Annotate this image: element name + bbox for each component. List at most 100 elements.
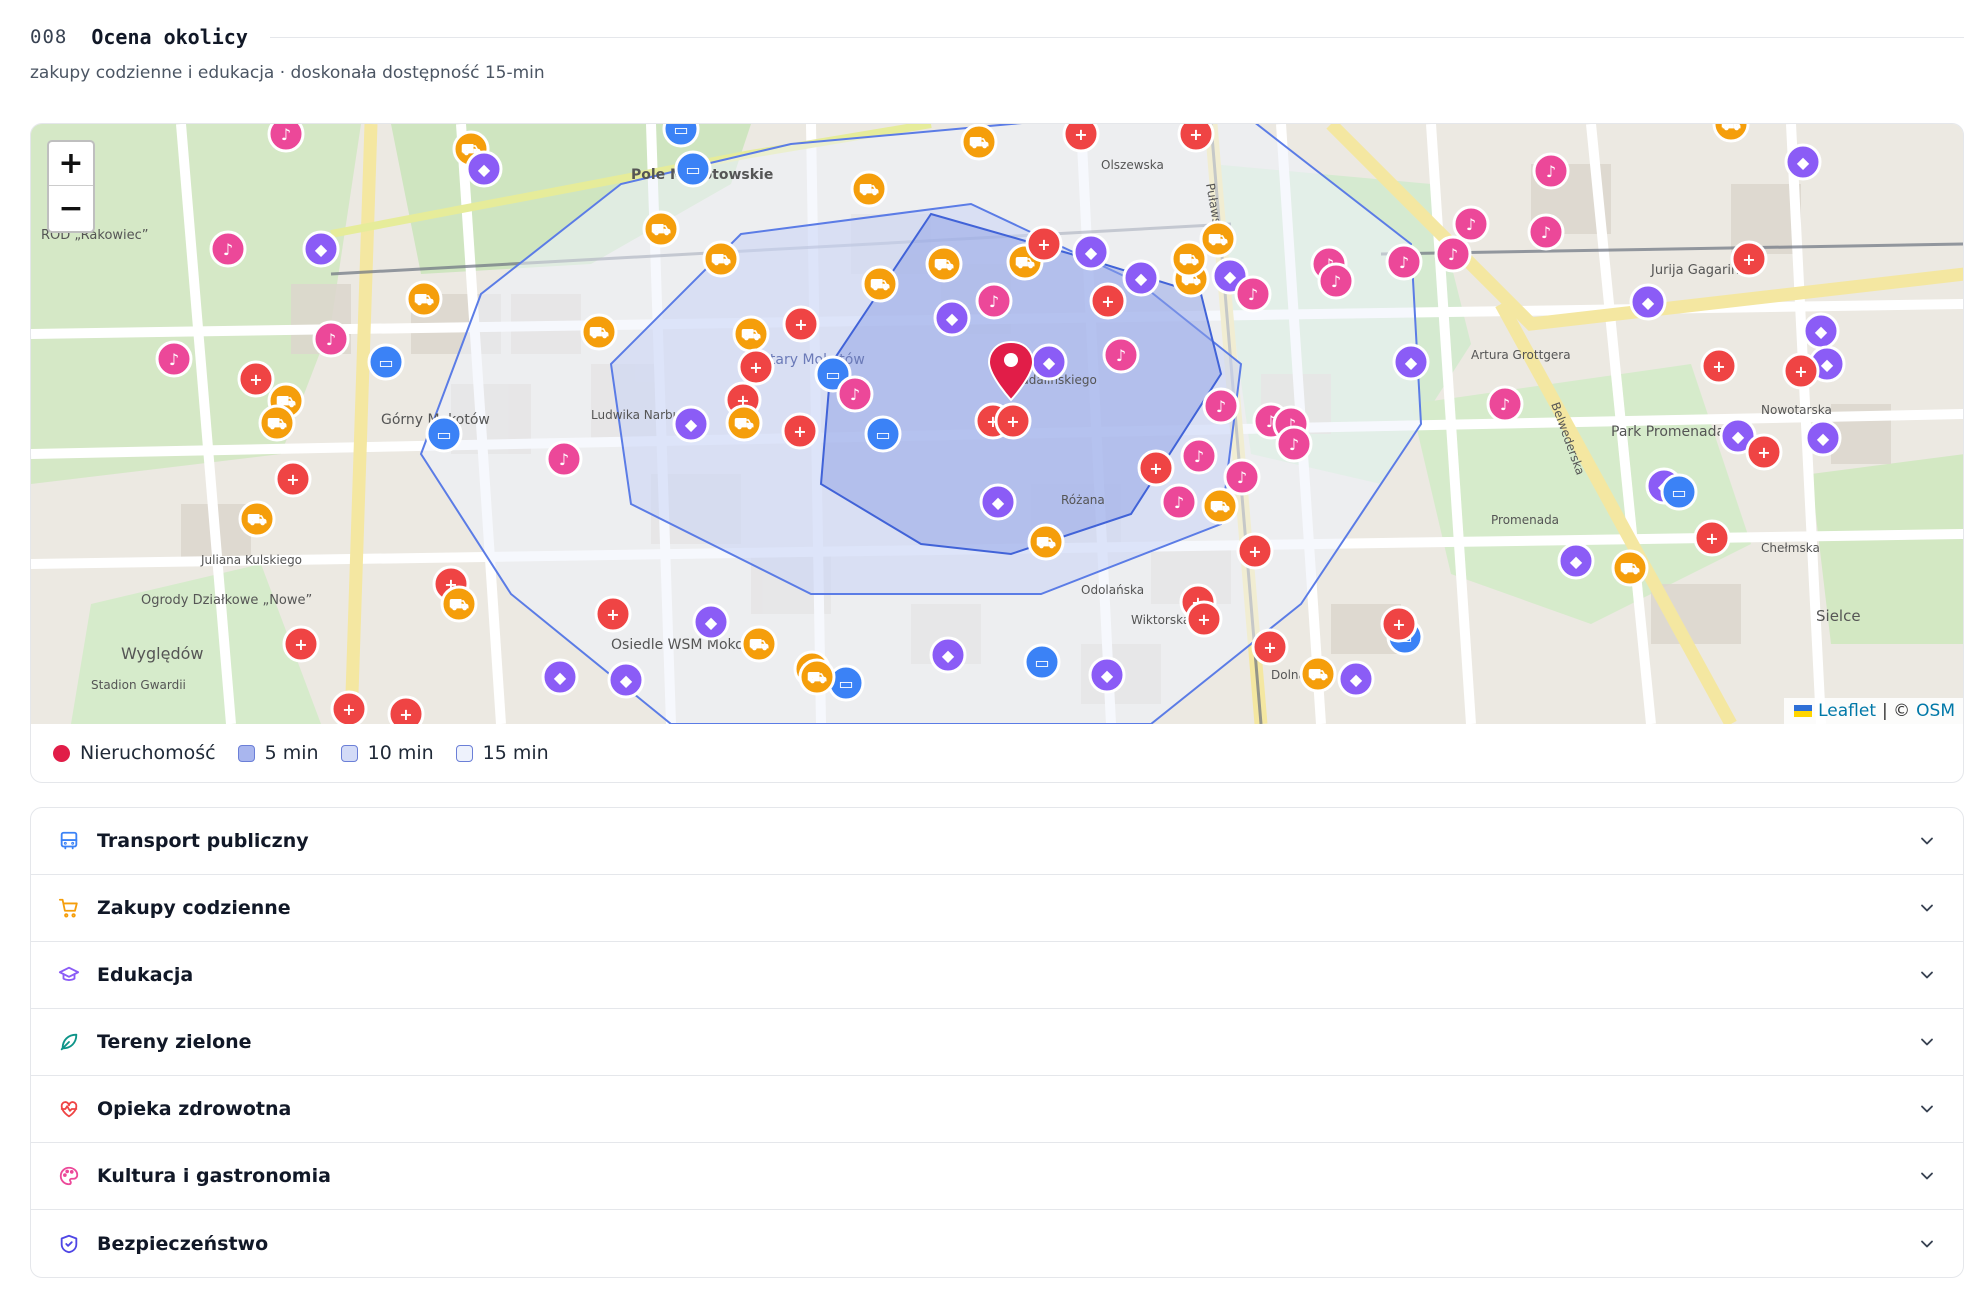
- culture-marker[interactable]: ♪: [1223, 458, 1261, 496]
- bus-marker[interactable]: ▭: [864, 415, 902, 453]
- bus-marker[interactable]: ▭: [1023, 643, 1061, 681]
- shop-marker[interactable]: ⛟: [702, 240, 740, 278]
- health-marker[interactable]: +: [782, 305, 820, 343]
- osm-link[interactable]: OSM: [1916, 701, 1955, 721]
- accordion-item-green[interactable]: Tereny zielone: [31, 1009, 1963, 1076]
- school-marker[interactable]: ◆: [979, 483, 1017, 521]
- shop-marker[interactable]: ⛟: [925, 245, 963, 283]
- health-marker[interactable]: +: [1251, 628, 1289, 666]
- culture-marker[interactable]: ♪: [836, 375, 874, 413]
- bus-marker[interactable]: ▭: [425, 415, 463, 453]
- leaflet-link[interactable]: Leaflet: [1818, 701, 1876, 721]
- school-marker[interactable]: ◆: [541, 658, 579, 696]
- health-marker[interactable]: +: [330, 690, 368, 724]
- shop-marker[interactable]: ⛟: [440, 585, 478, 623]
- health-marker[interactable]: +: [781, 412, 819, 450]
- health-marker[interactable]: +: [1089, 282, 1127, 320]
- health-marker[interactable]: +: [282, 625, 320, 663]
- school-marker[interactable]: ◆: [1122, 259, 1160, 297]
- accordion-item-culture[interactable]: Kultura i gastronomia: [31, 1143, 1963, 1210]
- bus-marker[interactable]: ▭: [1660, 473, 1698, 511]
- shop-marker[interactable]: ⛟: [1199, 220, 1237, 258]
- accordion-item-transport[interactable]: Transport publiczny: [31, 808, 1963, 875]
- zoom-in-button[interactable]: +: [49, 142, 93, 186]
- health-marker[interactable]: +: [1236, 532, 1274, 570]
- school-marker[interactable]: ◆: [1629, 283, 1667, 321]
- bus-marker[interactable]: ▭: [367, 343, 405, 381]
- culture-marker[interactable]: ♪: [155, 340, 193, 378]
- school-marker[interactable]: ◆: [1802, 312, 1840, 350]
- culture-marker[interactable]: ♪: [1202, 387, 1240, 425]
- health-marker[interactable]: +: [274, 460, 312, 498]
- culture-marker[interactable]: ♪: [1275, 425, 1313, 463]
- school-marker[interactable]: ◆: [1030, 343, 1068, 381]
- school-marker[interactable]: ◆: [1392, 343, 1430, 381]
- school-marker[interactable]: ◆: [1072, 233, 1110, 271]
- shop-marker[interactable]: ⛟: [1611, 549, 1649, 587]
- shop-marker[interactable]: ⛟: [1027, 523, 1065, 561]
- health-marker[interactable]: +: [237, 360, 275, 398]
- shop-marker[interactable]: ⛟: [642, 210, 680, 248]
- school-marker[interactable]: ◆: [1804, 419, 1842, 457]
- health-marker[interactable]: +: [594, 595, 632, 633]
- shop-marker[interactable]: ⛟: [798, 658, 836, 696]
- health-marker[interactable]: +: [1177, 124, 1215, 153]
- school-marker[interactable]: ◆: [1088, 656, 1126, 694]
- health-marker[interactable]: +: [1730, 240, 1768, 278]
- health-marker[interactable]: +: [1380, 605, 1418, 643]
- school-marker[interactable]: ◆: [465, 150, 503, 188]
- health-marker[interactable]: +: [737, 348, 775, 386]
- culture-marker[interactable]: ♪: [1452, 205, 1490, 243]
- health-marker[interactable]: +: [1185, 600, 1223, 638]
- bus-marker[interactable]: ▭: [662, 124, 700, 148]
- culture-marker[interactable]: ♪: [312, 320, 350, 358]
- culture-marker[interactable]: ♪: [1234, 275, 1272, 313]
- health-marker[interactable]: +: [1025, 225, 1063, 263]
- health-marker[interactable]: +: [1693, 519, 1731, 557]
- shop-marker[interactable]: ⛟: [861, 265, 899, 303]
- shop-marker[interactable]: ⛟: [238, 500, 276, 538]
- school-marker[interactable]: ◆: [1557, 542, 1595, 580]
- zoom-out-button[interactable]: −: [49, 186, 93, 230]
- culture-marker[interactable]: ♪: [1434, 235, 1472, 273]
- school-marker[interactable]: ◆: [302, 230, 340, 268]
- school-marker[interactable]: ◆: [933, 299, 971, 337]
- shop-marker[interactable]: ⛟: [740, 625, 778, 663]
- culture-marker[interactable]: ♪: [975, 282, 1013, 320]
- culture-marker[interactable]: ♪: [1532, 152, 1570, 190]
- health-marker[interactable]: +: [387, 695, 425, 724]
- culture-marker[interactable]: ♪: [1527, 213, 1565, 251]
- culture-marker[interactable]: ♪: [1102, 336, 1140, 374]
- culture-marker[interactable]: ♪: [1486, 385, 1524, 423]
- health-marker[interactable]: +: [1700, 347, 1738, 385]
- shop-marker[interactable]: ⛟: [405, 280, 443, 318]
- shop-marker[interactable]: ⛟: [258, 404, 296, 442]
- accordion-item-shopping[interactable]: Zakupy codzienne: [31, 875, 1963, 942]
- school-marker[interactable]: ◆: [929, 636, 967, 674]
- health-marker[interactable]: +: [1137, 449, 1175, 487]
- health-marker[interactable]: +: [1782, 352, 1820, 390]
- map-canvas[interactable]: Pole Mokotowskie Górny Mokotów Stary Mok…: [31, 124, 1964, 724]
- map-viewport[interactable]: Pole Mokotowskie Górny Mokotów Stary Mok…: [31, 124, 1964, 724]
- school-marker[interactable]: ◆: [1784, 143, 1822, 181]
- shop-marker[interactable]: ⛟: [1201, 487, 1239, 525]
- accordion-item-education[interactable]: Edukacja: [31, 942, 1963, 1009]
- accordion-item-safety[interactable]: Bezpieczeństwo: [31, 1210, 1963, 1277]
- shop-marker[interactable]: ⛟: [850, 170, 888, 208]
- culture-marker[interactable]: ♪: [1385, 243, 1423, 281]
- culture-marker[interactable]: ♪: [1180, 437, 1218, 475]
- school-marker[interactable]: ◆: [672, 405, 710, 443]
- bus-marker[interactable]: ▭: [674, 150, 712, 188]
- health-marker[interactable]: +: [994, 402, 1032, 440]
- health-marker[interactable]: +: [1062, 124, 1100, 153]
- culture-marker[interactable]: ♪: [1160, 483, 1198, 521]
- school-marker[interactable]: ◆: [607, 661, 645, 699]
- shop-marker[interactable]: ⛟: [580, 313, 618, 351]
- health-marker[interactable]: +: [1745, 433, 1783, 471]
- school-marker[interactable]: ◆: [1337, 660, 1375, 698]
- shop-marker[interactable]: ⛟: [1170, 240, 1208, 278]
- culture-marker[interactable]: ♪: [545, 440, 583, 478]
- culture-marker[interactable]: ♪: [267, 124, 305, 153]
- school-marker[interactable]: ◆: [692, 603, 730, 641]
- culture-marker[interactable]: ♪: [1317, 262, 1355, 300]
